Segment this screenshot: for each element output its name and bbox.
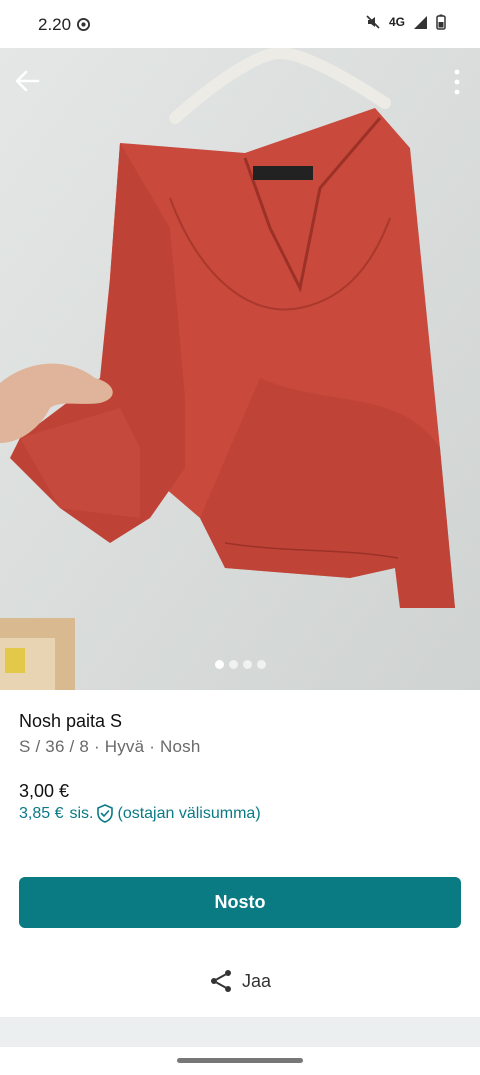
share-icon <box>211 970 231 992</box>
share-button[interactable]: Jaa <box>208 966 271 996</box>
photo-pagination[interactable] <box>0 660 480 669</box>
shield-check-icon <box>97 804 114 823</box>
status-bar: 2.20 4G <box>0 0 480 48</box>
mute-icon <box>366 15 380 29</box>
status-icons: 4G <box>365 14 446 30</box>
buyer-price: 3,85 € <box>19 804 64 822</box>
status-time: 2.20 <box>38 15 72 34</box>
buy-button[interactable]: Nosto <box>19 877 461 928</box>
item-meta: S / 36 / 8 · Hyvä · Nosh <box>19 737 201 756</box>
item-title: Nosh paita S <box>19 711 123 731</box>
page-dot-4[interactable] <box>256 660 266 669</box>
bottom-section-divider <box>0 1017 480 1047</box>
page-dot-3[interactable] <box>242 660 252 669</box>
network-label: 4G <box>388 15 405 29</box>
shirt-photo-illustration <box>0 48 480 690</box>
buyer-price-suffix: sis. <box>69 804 94 822</box>
page-dot-2[interactable] <box>228 660 238 669</box>
chrome-icon <box>77 18 90 31</box>
gesture-nav-handle[interactable] <box>177 1058 303 1063</box>
buyer-protection-row[interactable]: 3,85 € sis. (ostajan välisumma) <box>19 804 261 823</box>
share-label: Jaa <box>242 970 272 991</box>
buyer-protection-label: (ostajan välisumma) <box>117 804 261 822</box>
page-dot-1[interactable] <box>214 660 224 669</box>
signal-icon <box>414 15 427 29</box>
more-vert-icon[interactable] <box>452 68 462 96</box>
battery-icon <box>436 14 446 30</box>
item-price: 3,00 € <box>19 781 70 801</box>
product-photo[interactable] <box>0 48 480 690</box>
back-arrow-icon[interactable] <box>12 66 42 96</box>
